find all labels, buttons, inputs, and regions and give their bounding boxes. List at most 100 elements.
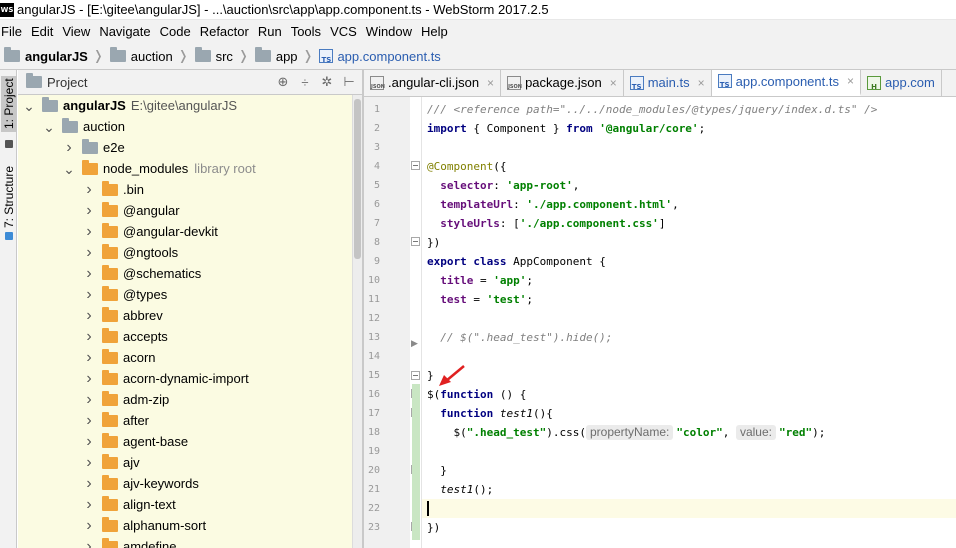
code-line[interactable] [422, 442, 956, 461]
menu-vcs[interactable]: VCS [327, 24, 363, 39]
code-line[interactable] [422, 499, 956, 518]
tree-node[interactable]: › e2e [18, 137, 363, 158]
chevron-right-icon[interactable]: › [82, 412, 96, 428]
tree-node[interactable]: › ajv-keywords [18, 473, 363, 494]
code-line[interactable]: }) [422, 518, 956, 537]
chevron-right-icon[interactable]: › [82, 202, 96, 218]
tree-node[interactable]: › adm-zip [18, 389, 363, 410]
chevron-right-icon[interactable]: › [82, 391, 96, 407]
editor-tab[interactable]: JSON package.json × [501, 70, 624, 96]
editor-tab[interactable]: TS main.ts × [623, 70, 712, 96]
chevron-right-icon[interactable]: › [82, 328, 96, 344]
chevron-down-icon[interactable]: ⌄ [62, 162, 76, 176]
tree-node[interactable]: › @types [18, 284, 363, 305]
fold-toggle-icon[interactable] [411, 161, 420, 170]
chevron-right-icon[interactable]: › [62, 139, 76, 155]
chevron-right-icon[interactable]: › [82, 538, 96, 548]
menu-file[interactable]: File [0, 24, 28, 39]
project-tool-window-button[interactable]: 1: Project [1, 76, 17, 132]
tree-node[interactable]: › @schematics [18, 263, 363, 284]
code-line[interactable]: } [422, 461, 956, 480]
code-line[interactable]: styleUrls: ['./app.component.css'] [422, 214, 956, 233]
menu-run[interactable]: Run [255, 24, 288, 39]
tree-node[interactable]: › agent-base [18, 431, 363, 452]
breadcrumb-item[interactable]: angularJS ❭ [4, 47, 110, 64]
code-line[interactable] [422, 347, 956, 366]
code-line[interactable] [422, 309, 956, 328]
chevron-right-icon[interactable]: › [82, 244, 96, 260]
tree-node[interactable]: › .bin [18, 179, 363, 200]
menu-code[interactable]: Code [157, 24, 197, 39]
structure-icon[interactable] [5, 232, 13, 240]
project-tree-scrollbar[interactable] [352, 95, 362, 548]
tree-node[interactable]: › amdefine [18, 536, 363, 548]
tree-node[interactable]: › after [18, 410, 363, 431]
tree-node[interactable]: › acorn [18, 347, 363, 368]
close-icon[interactable]: × [847, 74, 854, 88]
split-icon[interactable]: ÷ [297, 75, 313, 90]
code-line[interactable]: }) [422, 233, 956, 252]
code-line[interactable]: test = 'test'; [422, 290, 956, 309]
editor-tab[interactable]: Happ.com [861, 70, 942, 96]
tree-node[interactable]: › align-text [18, 494, 363, 515]
chevron-down-icon[interactable]: ⌄ [22, 99, 36, 113]
tree-node[interactable]: › accepts [18, 326, 363, 347]
breadcrumb-item[interactable]: src ❭ [194, 47, 255, 64]
breadcrumb-item[interactable]: app ❭ [254, 47, 320, 64]
chevron-right-icon[interactable]: › [82, 454, 96, 470]
breadcrumb-item[interactable]: TS app.component.ts [319, 49, 441, 64]
tree-node[interactable]: › @ngtools [18, 242, 363, 263]
code-line[interactable]: export class AppComponent { [422, 252, 956, 271]
chevron-right-icon[interactable]: › [82, 265, 96, 281]
chevron-right-icon[interactable]: › [82, 475, 96, 491]
tree-node[interactable]: ⌄ angularJS E:\gitee\angularJS [18, 95, 363, 116]
code-line[interactable] [422, 138, 956, 157]
close-icon[interactable]: × [487, 76, 494, 90]
chevron-down-icon[interactable]: ⌄ [42, 120, 56, 134]
editor-tab[interactable]: JSON .angular-cli.json × [364, 70, 502, 96]
code-line[interactable]: } [422, 366, 956, 385]
chevron-right-icon[interactable]: › [82, 370, 96, 386]
code-line[interactable]: import { Component } from '@angular/core… [422, 119, 956, 138]
fold-toggle-icon[interactable] [411, 237, 420, 246]
chevron-right-icon[interactable]: › [82, 349, 96, 365]
gear-icon[interactable]: ✲ [319, 74, 335, 90]
breadcrumb-item[interactable]: auction ❭ [109, 47, 195, 64]
menu-refactor[interactable]: Refactor [197, 24, 255, 39]
menu-tools[interactable]: Tools [288, 24, 327, 39]
menu-navigate[interactable]: Navigate [96, 24, 156, 39]
menu-edit[interactable]: Edit [28, 24, 59, 39]
code-line[interactable]: selector: 'app-root', [422, 176, 956, 195]
code-line[interactable]: function test1(){ [422, 404, 956, 423]
project-view-selector[interactable]: Project [26, 73, 87, 90]
structure-tool-window-button[interactable]: 7: Structure [1, 166, 17, 228]
chevron-right-icon[interactable]: › [82, 181, 96, 197]
chevron-right-icon[interactable]: › [82, 433, 96, 449]
tree-node[interactable]: › @angular [18, 200, 363, 221]
chevron-right-icon[interactable]: › [82, 223, 96, 239]
scrollbar-thumb[interactable] [354, 99, 361, 259]
menu-window[interactable]: Window [363, 24, 418, 39]
chevron-right-icon[interactable]: › [82, 307, 96, 323]
chevron-right-icon[interactable]: › [82, 496, 96, 512]
code-line[interactable]: @Component({ [422, 157, 956, 176]
code-line[interactable]: $(function () { [422, 385, 956, 404]
menu-view[interactable]: View [59, 24, 96, 39]
code-line[interactable]: // $(".head_test").hide(); [422, 328, 956, 347]
tree-node[interactable]: ⌄ auction [18, 116, 363, 137]
editor-tab[interactable]: TS app.component.ts × [711, 70, 861, 96]
tree-node[interactable]: ⌄ node_modules library root [18, 158, 363, 179]
close-icon[interactable]: × [698, 76, 705, 90]
code-editor[interactable]: /// <reference path="../../node_modules/… [422, 97, 956, 548]
code-line[interactable]: title = 'app'; [422, 271, 956, 290]
code-line[interactable]: /// <reference path="../../node_modules/… [422, 100, 956, 119]
favorites-icon[interactable] [5, 140, 13, 148]
tree-node[interactable]: › @angular-devkit [18, 221, 363, 242]
tree-node[interactable]: › acorn-dynamic-import [18, 368, 363, 389]
fold-expand-icon[interactable]: ▶ [410, 338, 419, 348]
code-line[interactable]: $(".head_test").css(propertyName: "color"… [422, 423, 956, 442]
tree-node[interactable]: › alphanum-sort [18, 515, 363, 536]
collapse-icon[interactable]: ⊢ [341, 74, 357, 90]
menu-help[interactable]: Help [418, 24, 454, 39]
chevron-right-icon[interactable]: › [82, 517, 96, 533]
